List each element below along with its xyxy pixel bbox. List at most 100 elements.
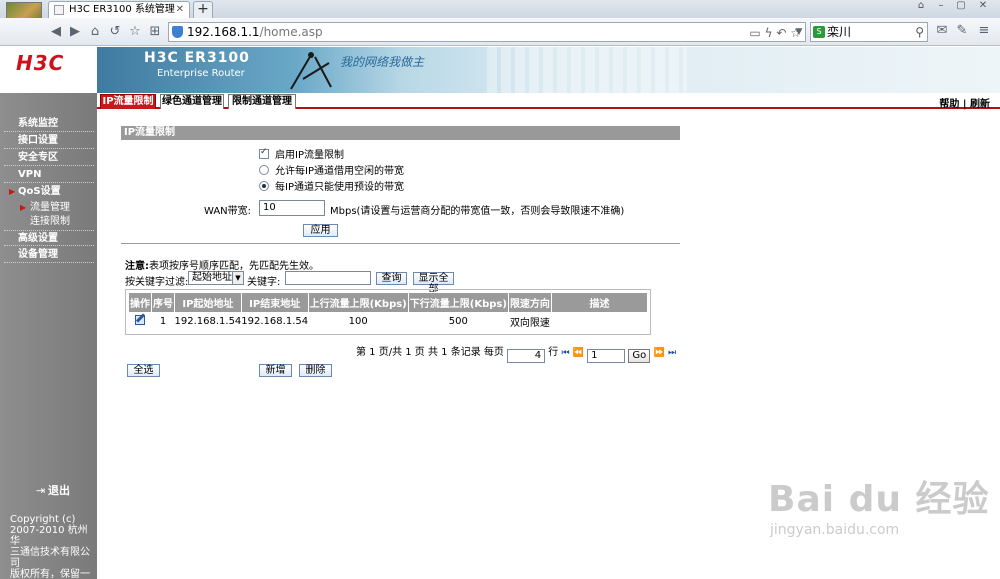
back-icon[interactable]: ◀ [48,24,64,40]
sidebar-item-label: 系统监控 [18,118,58,129]
chevron-down-icon: ▼ [232,272,243,284]
help-link[interactable]: 帮助 [939,99,959,110]
banner-pattern [487,47,687,93]
filter-field-value: 起始地址 [192,272,232,283]
sidebar-item-qos[interactable]: ▶ QoS设置 [4,184,94,200]
close-window-icon[interactable]: ✕ [976,1,990,13]
col-header-action: 操作 [128,292,152,313]
logout-button[interactable]: ⇥ 退出 [36,482,70,498]
sidebar-item-device[interactable]: 设备管理 [4,247,94,263]
model-name: H3C ER3100 [144,50,250,66]
wan-bandwidth-note: Mbps(请设置与运营商分配的带宽值一致，否则会导致限速不准确) [330,206,625,217]
browser-menu-icon[interactable]: ⌂ [914,1,928,13]
pager: 第 1 页/共 1 页 共 1 条记录 每页 4 行 ⏮ ⏪ 1 Go ⏩ ⏭ [356,343,676,363]
sidebar-subitem-traffic[interactable]: ▶ 流量管理 [18,201,94,215]
new-tab-button[interactable]: + [193,1,213,18]
undo-icon[interactable]: ↶ [776,26,786,40]
preset-bandwidth-radio[interactable] [259,181,269,191]
top-links: 帮助 | 刷新 [939,95,990,110]
browser-toolbar: ◀ ▶ ⌂ ↺ ☆ ⊞ 192.168.1.1/home.asp ▭ ϟ ↶ ☆… [0,18,1000,46]
undo-icon[interactable]: ↺ [107,24,123,40]
borrow-bandwidth-radio[interactable] [259,165,269,175]
watermark-url: jingyan.baidu.com [770,522,900,538]
delete-button[interactable]: 删除 [299,364,332,377]
watermark: Bai du 经验 jingyan.baidu.com [768,470,990,538]
refresh-link[interactable]: 刷新 [970,99,990,110]
banner-figure-icon [290,52,332,90]
dropdown-arrow-icon[interactable]: ▼ [791,24,807,40]
add-button[interactable]: 新增 [259,364,292,377]
sidebar-item-label: 设备管理 [18,249,58,260]
mail-icon[interactable]: ✉ [934,23,950,39]
last-page-icon[interactable]: ⏭ [668,348,676,358]
home-icon[interactable]: ⌂ [87,24,103,40]
browser-tab[interactable]: H3C ER3100 系统管理 ✕ [48,1,190,19]
apply-button[interactable]: 应用 [303,224,338,237]
active-arrow-icon: ▶ [20,203,27,212]
page-favicon-icon [54,5,64,15]
page-number-input[interactable]: 1 [587,349,626,363]
edit-icon[interactable] [135,315,145,326]
sidebar-item-label: 安全专区 [18,152,58,163]
keyword-input[interactable] [285,271,371,285]
tab-green-channel[interactable]: 绿色通道管理 [160,94,224,109]
note-icon[interactable]: ✎ [954,23,970,39]
close-tab-icon[interactable]: ✕ [176,2,184,18]
col-header-description: 描述 [550,292,649,313]
tab-ip-traffic-limit[interactable]: IP流量限制 [100,94,156,109]
tab-limit-channel[interactable]: 限制通道管理 [228,94,296,109]
minimize-icon[interactable]: – [934,1,948,13]
expanded-arrow-icon: ▶ [9,187,16,196]
notice-label: 注意: [125,261,149,272]
lightning-icon[interactable]: ϟ [765,26,773,40]
preset-bandwidth-label: 每IP通道只能使用预设的带宽 [275,182,404,193]
section-title: IP流量限制 [121,126,680,140]
per-page-input[interactable]: 4 [507,349,546,363]
grid-icon[interactable]: ⊞ [147,24,163,40]
copyright-line: 三通信技术有限公司 [10,547,90,569]
enable-limit-checkbox[interactable] [259,147,269,159]
next-page-icon[interactable]: ⏩ [654,348,665,358]
show-all-button[interactable]: 显示全部 [413,272,454,295]
search-button[interactable]: 查询 [376,272,407,285]
wan-bandwidth-input[interactable]: 10 [259,200,325,216]
select-all-button[interactable]: 全选 [127,364,160,377]
menu-icon[interactable]: ≡ [976,23,992,39]
go-button[interactable]: Go [628,349,651,363]
url-host: 192.168.1.1 [187,25,260,39]
copyright-line: 版权所有，保留一切权 [10,569,90,579]
banner-slogan: 我的网络我做主 [340,55,425,69]
sidebar-item-interface[interactable]: 接口设置 [4,133,94,149]
sidebar-item-system-monitor[interactable]: 系统监控 [4,116,94,132]
table-header-row: 操作 序号 IP起始地址 IP结束地址 上行流量上限(Kbps) 下行流量上限(… [128,292,649,313]
sidebar: 系统监控 接口设置 安全专区 VPN ▶ QoS设置 ▶ 流量管理 连接限制 高级设… [0,93,97,579]
sidebar-item-label: 高级设置 [18,233,58,244]
borrow-bandwidth-label: 允许每IP通道借用空闲的带宽 [275,166,404,177]
logout-icon: ⇥ [36,484,46,497]
screen-icon[interactable]: ▭ [749,26,760,40]
borrow-bandwidth-row: 允许每IP通道借用空闲的带宽 [259,162,404,177]
restore-icon[interactable]: ▢ [954,1,968,13]
sidebar-item-security[interactable]: 安全专区 [4,150,94,166]
sidebar-item-advanced[interactable]: 高级设置 [4,230,94,246]
forward-icon[interactable]: ▶ [67,24,83,40]
prev-page-icon[interactable]: ⏪ [573,348,584,358]
col-header-index: 序号 [151,292,175,313]
search-icon[interactable]: ⚲ [915,23,924,41]
sidebar-subitem-connection-limit[interactable]: 连接限制 [18,215,94,229]
filter-field-select[interactable]: 起始地址 ▼ [188,271,244,285]
pager-text: 第 1 页/共 1 页 共 1 条记录 每页 [356,347,504,358]
sidebar-item-label: QoS设置 [18,186,61,197]
cell-index: 1 [159,316,167,328]
first-page-icon[interactable]: ⏮ [561,348,569,358]
star-icon[interactable]: ☆ [127,24,143,40]
col-header-upload: 上行流量上限(Kbps) [307,292,409,313]
sidebar-item-vpn[interactable]: VPN [4,167,94,183]
search-box[interactable]: S 栾川 ⚲ [810,22,928,42]
cell-start-ip: 192.168.1.54 [174,316,242,328]
address-bar[interactable]: 192.168.1.1/home.asp ▭ ϟ ↶ ☆ [168,22,806,42]
sidebar-item-label: 接口设置 [18,135,58,146]
logout-label: 退出 [48,484,70,497]
search-text: 栾川 [827,25,852,39]
h3c-logo: H3C [16,51,65,75]
